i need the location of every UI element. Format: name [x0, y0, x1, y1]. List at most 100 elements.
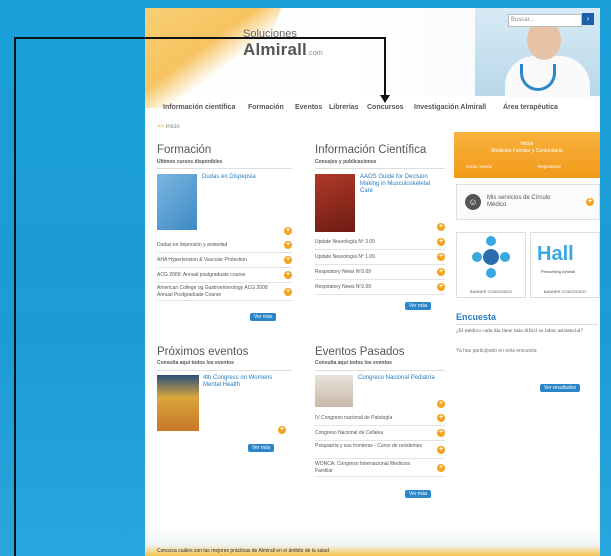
nav-item-concursos[interactable]: Concursos	[367, 104, 404, 111]
pasados-more-button[interactable]: Ver más	[405, 490, 432, 498]
plus-icon[interactable]: +	[437, 446, 445, 454]
connector-line-left-vertical	[14, 37, 16, 556]
banner-hall-caption: BANNER CONCEDIDO	[543, 289, 587, 294]
login-specialty: Medicina Familiar y Comunitaria	[491, 148, 563, 154]
connector-line-top-horizontal	[14, 37, 386, 39]
login-box: Iniciar Medicina Familiar y Comunitaria …	[454, 132, 600, 178]
list-item[interactable]: AHA Hypertension & Vascular Protection +	[157, 253, 292, 268]
banner-molecule-caption: BANNER CONCEDIDO	[469, 289, 513, 294]
nav-item-investigacion[interactable]: Investigación Almirall	[414, 104, 486, 111]
formacion-title: Formación	[157, 144, 212, 156]
login-button[interactable]: Iniciar sesión	[466, 164, 492, 169]
formacion-featured-link[interactable]: Dudas en Dispepsia	[202, 174, 282, 181]
formacion-featured-plus-icon[interactable]: +	[284, 227, 292, 235]
plus-icon[interactable]: +	[437, 464, 445, 472]
plus-icon[interactable]: +	[437, 268, 445, 276]
hall-logo: Hall	[537, 243, 574, 265]
proximos-divider	[157, 370, 292, 371]
pasados-title: Eventos Pasados	[315, 346, 405, 358]
nav-item-formacion[interactable]: Formación	[248, 104, 284, 111]
proximos-plus-icon[interactable]: +	[278, 426, 286, 434]
pasados-thumbnail[interactable]	[315, 375, 353, 407]
list-item[interactable]: Respiratory News Nº3.09 +	[315, 265, 445, 280]
pasados-divider	[315, 370, 445, 371]
proximos-thumbnail[interactable]	[157, 375, 199, 431]
nav-item-eventos[interactable]: Eventos	[295, 104, 322, 111]
list-item[interactable]: Update Neurología Nº 1.09 +	[315, 250, 445, 265]
list-item[interactable]: ACG 2009: Annual postgraduate course +	[157, 268, 292, 283]
list-item[interactable]: Congreso Nacional de Cefalea +	[315, 426, 445, 441]
brand-line2: Almirall.com	[243, 40, 323, 60]
connector-line-right-vertical	[384, 37, 386, 97]
formacion-more-button[interactable]: Ver más	[250, 313, 277, 321]
list-item[interactable]: Update Neurología Nº 3.09 +	[315, 235, 445, 250]
banner-molecule[interactable]: BANNER CONCEDIDO	[456, 232, 526, 298]
services-label: Mis servicios de Círculo Médico	[487, 195, 551, 208]
proximos-title: Próximos eventos	[157, 346, 249, 358]
breadcrumb-arrow: >>	[157, 124, 165, 130]
list-item[interactable]: Psiquiatría y sus fronteras - Curso de r…	[315, 441, 445, 459]
brand-suffix: .com	[306, 50, 323, 57]
formacion-thumbnail[interactable]	[157, 174, 197, 230]
site-header: Soluciones Almirall.com Buscar... ›	[145, 8, 600, 108]
list-item[interactable]: Respiratory News Nº2.09 +	[315, 280, 445, 295]
formacion-divider	[157, 168, 292, 169]
connector-arrow-icon	[380, 95, 390, 103]
search-button[interactable]: ›	[582, 13, 594, 25]
informacion-book-cover[interactable]	[315, 174, 355, 232]
hall-logo-sub: Prescribing Almirall	[541, 269, 576, 274]
plus-icon[interactable]: +	[437, 253, 445, 261]
login-title: Iniciar	[520, 141, 534, 147]
footer-text: Conozca cuáles son las mejores prácticas…	[157, 548, 330, 554]
encuesta-answer-note: Ya has participado en esta encuesta	[456, 348, 537, 354]
plus-icon[interactable]: +	[284, 288, 292, 296]
list-item[interactable]: Dudas en depresión y ansiedad +	[157, 238, 292, 253]
formacion-list: Dudas en depresión y ansiedad + AHA Hyper…	[157, 238, 292, 301]
list-item[interactable]: WONCA: Congreso Internacional Medicina F…	[315, 459, 445, 477]
footer: Conozca cuáles son las mejores prácticas…	[145, 528, 600, 556]
encuesta-results-button[interactable]: Ver resultados	[540, 384, 580, 392]
informacion-featured-plus-icon[interactable]: +	[437, 223, 445, 231]
informacion-featured-link[interactable]: AAOS Guide for Decision Making in Muscul…	[360, 174, 440, 195]
plus-icon[interactable]: +	[437, 429, 445, 437]
list-item[interactable]: IV Congreso nacional de Patología +	[315, 411, 445, 426]
proximos-featured-link[interactable]: 4th Congress on Womens Mental Health	[203, 375, 283, 389]
nav-item-librerias[interactable]: Librerías	[329, 104, 359, 111]
encuesta-title: Encuesta	[456, 312, 497, 322]
services-plus-icon[interactable]: +	[586, 198, 594, 206]
breadcrumb: >> Inicio	[157, 124, 180, 130]
informacion-more-button[interactable]: Ver más	[405, 302, 432, 310]
proximos-subtitle: Consulta aquí todos los eventos	[157, 360, 234, 366]
search-input[interactable]: Buscar...	[508, 14, 582, 27]
encuesta-question: ¿El médico cada día tiene más difícil su…	[456, 328, 583, 334]
list-item[interactable]: American College og Gastroenterology ACG…	[157, 283, 292, 301]
pasados-subtitle: Consulta aquí todos los eventos	[315, 360, 392, 366]
pasados-featured-plus-icon[interactable]: +	[437, 400, 445, 408]
plus-icon[interactable]: +	[437, 238, 445, 246]
informacion-subtitle: Consejos y publicaciones	[315, 159, 377, 165]
pasados-featured-link[interactable]: Congreso Nacional Pediatría	[358, 375, 438, 382]
user-icon: ☺	[465, 194, 481, 210]
nav-item-informacion[interactable]: Información científica	[163, 104, 235, 111]
services-box[interactable]: ☺ Mis servicios de Círculo Médico +	[456, 184, 600, 220]
nav-item-area[interactable]: Área terapéutica	[503, 104, 558, 111]
website-page: Soluciones Almirall.com Buscar... › Info…	[145, 8, 600, 556]
encuesta-divider	[456, 324, 598, 325]
register-button[interactable]: Registrarse	[538, 164, 561, 169]
main-nav: Información científica Formación Eventos…	[145, 100, 600, 116]
informacion-list: Update Neurología Nº 3.09 + Update Neurol…	[315, 235, 445, 295]
informacion-divider	[315, 168, 445, 169]
banner-hall[interactable]: Hall Prescribing Almirall BANNER CONCEDI…	[530, 232, 600, 298]
molecule-icon	[472, 236, 510, 278]
brand-logo[interactable]: Soluciones Almirall.com	[243, 28, 323, 60]
plus-icon[interactable]: +	[284, 271, 292, 279]
plus-icon[interactable]: +	[437, 414, 445, 422]
informacion-title: Información Científica	[315, 144, 427, 156]
plus-icon[interactable]: +	[284, 241, 292, 249]
plus-icon[interactable]: +	[284, 256, 292, 264]
breadcrumb-home[interactable]: Inicio	[166, 124, 180, 130]
brand-name: Almirall	[243, 40, 307, 59]
pasados-list: IV Congreso nacional de Patología + Congr…	[315, 411, 445, 477]
proximos-more-button[interactable]: Ver más	[248, 444, 275, 452]
plus-icon[interactable]: +	[437, 283, 445, 291]
